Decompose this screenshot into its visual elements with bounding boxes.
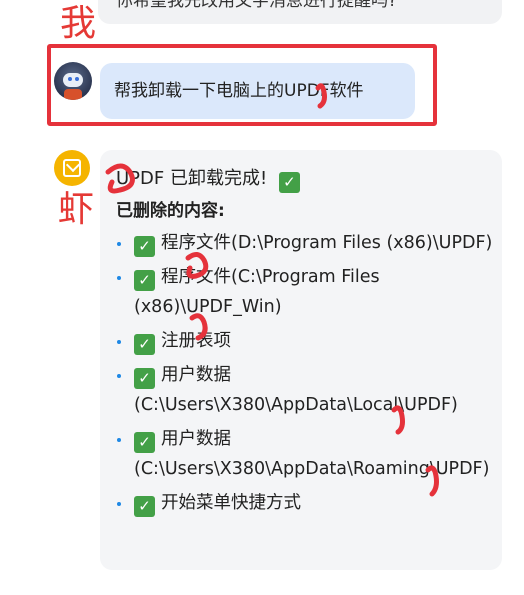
list-item-text: 用户数据(C:\Users\X380\AppData\Local\UPDF) bbox=[134, 365, 458, 415]
bot-reply-subtitle: 已删除的内容: bbox=[116, 201, 225, 221]
check-icon: ✓ bbox=[134, 270, 155, 291]
deleted-items-list: ✓ 程序文件(D:\Program Files (x86)\UPDF) ✓ 程序文件… bbox=[116, 228, 496, 522]
check-icon: ✓ bbox=[278, 172, 300, 193]
user-avatar[interactable] bbox=[54, 62, 92, 100]
bullet-icon bbox=[117, 276, 121, 280]
bullet-icon bbox=[117, 340, 121, 344]
check-icon: ✓ bbox=[134, 368, 155, 389]
list-item-text: 开始菜单快捷方式 bbox=[161, 493, 301, 513]
check-icon: ✓ bbox=[134, 236, 155, 257]
check-icon: ✓ bbox=[134, 432, 155, 453]
bot-avatar[interactable] bbox=[54, 150, 90, 186]
list-item: ✓ 用户数据(C:\Users\X380\AppData\Roaming\UPDF… bbox=[116, 424, 496, 484]
list-item-text: 程序文件(C:\Program Files (x86)\UPDF_Win) bbox=[134, 267, 380, 317]
previous-bot-message-bubble: 你希望我先改用文字消息进行提醒吗? bbox=[98, 0, 502, 24]
list-item: ✓ 注册表项 bbox=[116, 326, 496, 356]
bullet-icon bbox=[117, 438, 121, 442]
user-message-text: 帮我卸载一下电脑上的UPDF软件 bbox=[114, 81, 364, 101]
bot-reply-title: UPDF 已卸载完成! ✓ bbox=[116, 166, 306, 193]
cube-icon bbox=[63, 159, 81, 177]
list-item: ✓ 程序文件(D:\Program Files (x86)\UPDF) bbox=[116, 228, 496, 258]
check-icon: ✓ bbox=[134, 496, 155, 517]
list-item: ✓ 开始菜单快捷方式 bbox=[116, 488, 496, 518]
bullet-icon bbox=[117, 374, 121, 378]
list-item: ✓ 用户数据(C:\Users\X380\AppData\Local\UPDF) bbox=[116, 360, 496, 420]
annotation-me: 我 bbox=[60, 3, 97, 44]
list-item-text: 用户数据(C:\Users\X380\AppData\Roaming\UPDF) bbox=[134, 429, 490, 479]
bullet-icon bbox=[117, 502, 121, 506]
list-item-text: 程序文件(D:\Program Files (x86)\UPDF) bbox=[161, 233, 493, 253]
previous-bot-message-text: 你希望我先改用文字消息进行提醒吗? bbox=[116, 0, 398, 11]
list-item: ✓ 程序文件(C:\Program Files (x86)\UPDF_Win) bbox=[116, 262, 496, 322]
bullet-icon bbox=[117, 242, 121, 246]
annotation-shrimp: 虾 bbox=[58, 189, 95, 230]
check-icon: ✓ bbox=[134, 334, 155, 355]
user-message-bubble: 帮我卸载一下电脑上的UPDF软件 bbox=[100, 63, 415, 119]
bot-reply-bubble: UPDF 已卸载完成! ✓ 已删除的内容: ✓ 程序文件(D:\Program F… bbox=[100, 150, 502, 570]
list-item-text: 注册表项 bbox=[161, 331, 231, 351]
bot-reply-title-text: UPDF 已卸载完成! bbox=[116, 168, 268, 189]
